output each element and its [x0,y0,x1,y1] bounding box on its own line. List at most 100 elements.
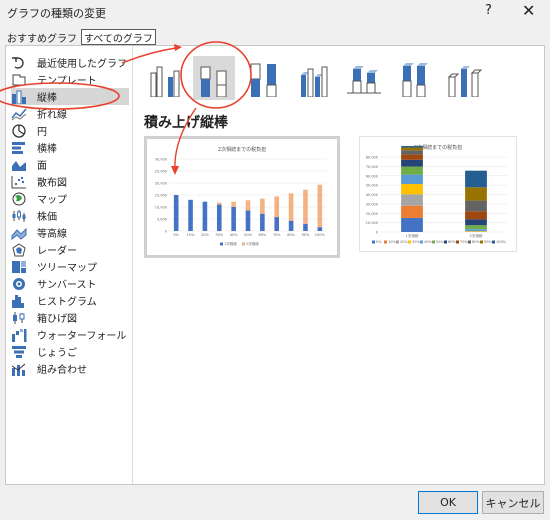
tab-all-charts[interactable]: すべてのグラフ [81,29,156,45]
sidebar-item-treemap[interactable]: ツリーマップ [11,258,129,275]
sidebar-item-radar[interactable]: レーダー [11,241,129,258]
bar-segment [231,201,236,207]
surface-chart-icon [11,226,27,240]
bar-segment [465,219,487,226]
bar-segment [231,207,236,231]
sidebar-item-waterfall[interactable]: ウォーターフォール [11,326,129,343]
bar-segment [401,217,423,232]
sidebar-item-stock[interactable]: 株価 [11,207,129,224]
y-tick-label: 10,000 [155,206,167,210]
x-tick-label: 50% [244,233,252,237]
stacked-column-preview: 2次相続までの税負担 0 5,000 10,000 15,000 20,000 25,00… [155,146,327,246]
bar-segment [401,146,423,148]
legend-swatch [456,240,459,244]
sidebar-item-surface[interactable]: 等高線 [11,224,129,241]
sidebar-item-label: 箱ひげ図 [37,314,77,325]
scatter-chart-icon [11,175,27,189]
sidebar-item-label: 組み合わせ [37,365,87,376]
legend-swatch [420,240,423,244]
legend-label: 70% [460,240,468,244]
bar-segment [188,199,193,231]
x-tick-label: 30% [215,233,223,237]
sidebar-item-column[interactable]: 縦棒 [11,88,129,105]
stacked-column-switched-preview: 2次相続までの税負担 010,00020,00030,00040,00050,0… [366,144,508,244]
legend-swatch [408,240,411,244]
subtype-stacked-column[interactable] [193,56,235,100]
legend-swatch [444,240,447,244]
preview-chart-1[interactable]: 2次相続までの税負担 0 5,000 10,000 15,000 20,000 25,00… [144,136,340,258]
x-tick-label: 40% [230,233,238,237]
waterfall-chart-icon [11,328,27,342]
sidebar-item-label: レーダー [37,246,77,257]
y-tick-label: 20,000 [155,182,167,186]
sidebar-item-recent[interactable]: 最近使用したグラフ [11,54,129,71]
sidebar-item-histogram[interactable]: ヒストグラム [11,292,129,309]
3d-clustered-column-icon [295,63,333,100]
radar-chart-icon [11,242,27,257]
sidebar-item-bar[interactable]: 横棒 [11,139,129,156]
sidebar-item-label: 等高線 [37,229,67,240]
x-tick-label: 10% [187,233,195,237]
sidebar-item-template[interactable]: テンプレート [11,71,129,88]
y-tick-label: 10,000 [366,221,378,225]
bar-segment [216,202,222,205]
sidebar-item-sunburst[interactable]: サンバースト [11,275,129,292]
window-title: グラフの種類の変更 [7,7,106,20]
legend-swatch [492,240,495,244]
y-tick-label: 25,000 [155,170,167,174]
y-tick-label: 0 [165,230,167,234]
bar-segment [401,194,423,206]
close-button[interactable]: ✕ [522,1,535,20]
preview-chart-2[interactable]: 2次相続までの税負担 0 10,000 20,000 30,000 40,000 50,0… [359,136,517,252]
subtype-3d-column[interactable] [443,56,485,100]
legend-swatch [468,240,471,244]
bar-segment [245,200,251,211]
bar-segment [465,225,487,230]
treemap-chart-icon [11,260,27,274]
y-tick-label: 15,000 [155,194,167,198]
ok-button[interactable]: OK [418,491,478,514]
chart-subtype-area: 積み上げ縦棒 2次相続までの税負担 0 5,000 10,000 15,000 20,0… [133,46,544,484]
legend-label: 10% [388,240,396,244]
bar-segment [401,150,423,155]
stock-chart-icon [11,209,27,223]
sidebar-item-line[interactable]: 折れ線 [11,105,129,122]
sidebar-item-map[interactable]: マップ [11,190,129,207]
subtype-3d-clustered-column[interactable] [293,56,335,100]
y-tick-label: 30,000 [155,158,167,162]
sidebar-item-combo[interactable]: 組み合わせ [11,360,129,377]
bar-segment [465,187,487,201]
template-icon [11,73,27,87]
sidebar-item-label: 散布図 [37,178,67,189]
sidebar-item-label: マップ [37,195,67,206]
sidebar-item-funnel[interactable]: じょうご [11,343,129,360]
tab-recommended[interactable]: おすすめグラフ [5,29,79,45]
subtype-100-stacked-column[interactable] [243,56,285,100]
cancel-button[interactable]: キャンセル [482,491,544,514]
y-tick-label: 20,000 [366,212,378,216]
bar-segment [465,229,487,232]
sidebar-item-pie[interactable]: 円 [11,122,129,139]
sidebar-item-scatter[interactable]: 散布図 [11,173,129,190]
chart-type-sidebar: 最近使用したグラフ テンプレート 縦棒 折れ線 円 横棒 面 散布図 マップ 株… [6,46,133,484]
subtype-3d-100-stacked-column[interactable] [393,56,435,100]
sidebar-item-label: 円 [37,127,47,138]
sidebar-item-boxwhisker[interactable]: 箱ひげ図 [11,309,129,326]
bar-segment [465,231,487,232]
bar-segment [317,184,323,228]
area-chart-icon [11,158,27,172]
x-tick-label: 1次相続 [406,233,419,238]
sidebar-item-area[interactable]: 面 [11,156,129,173]
bar-segment [401,184,423,195]
subtype-clustered-column[interactable] [145,56,187,100]
bar-segment [465,211,487,220]
x-tick-label: 70% [273,233,281,237]
help-button[interactable]: ? [485,3,492,18]
y-tick-label: 70,000 [366,165,378,169]
subtype-3d-stacked-column[interactable] [343,56,385,100]
bar-segment [401,147,423,151]
legend-swatch [384,240,387,244]
bar-segment [465,200,487,212]
legend-label: 0% [376,240,382,244]
bar-segment [274,217,280,231]
